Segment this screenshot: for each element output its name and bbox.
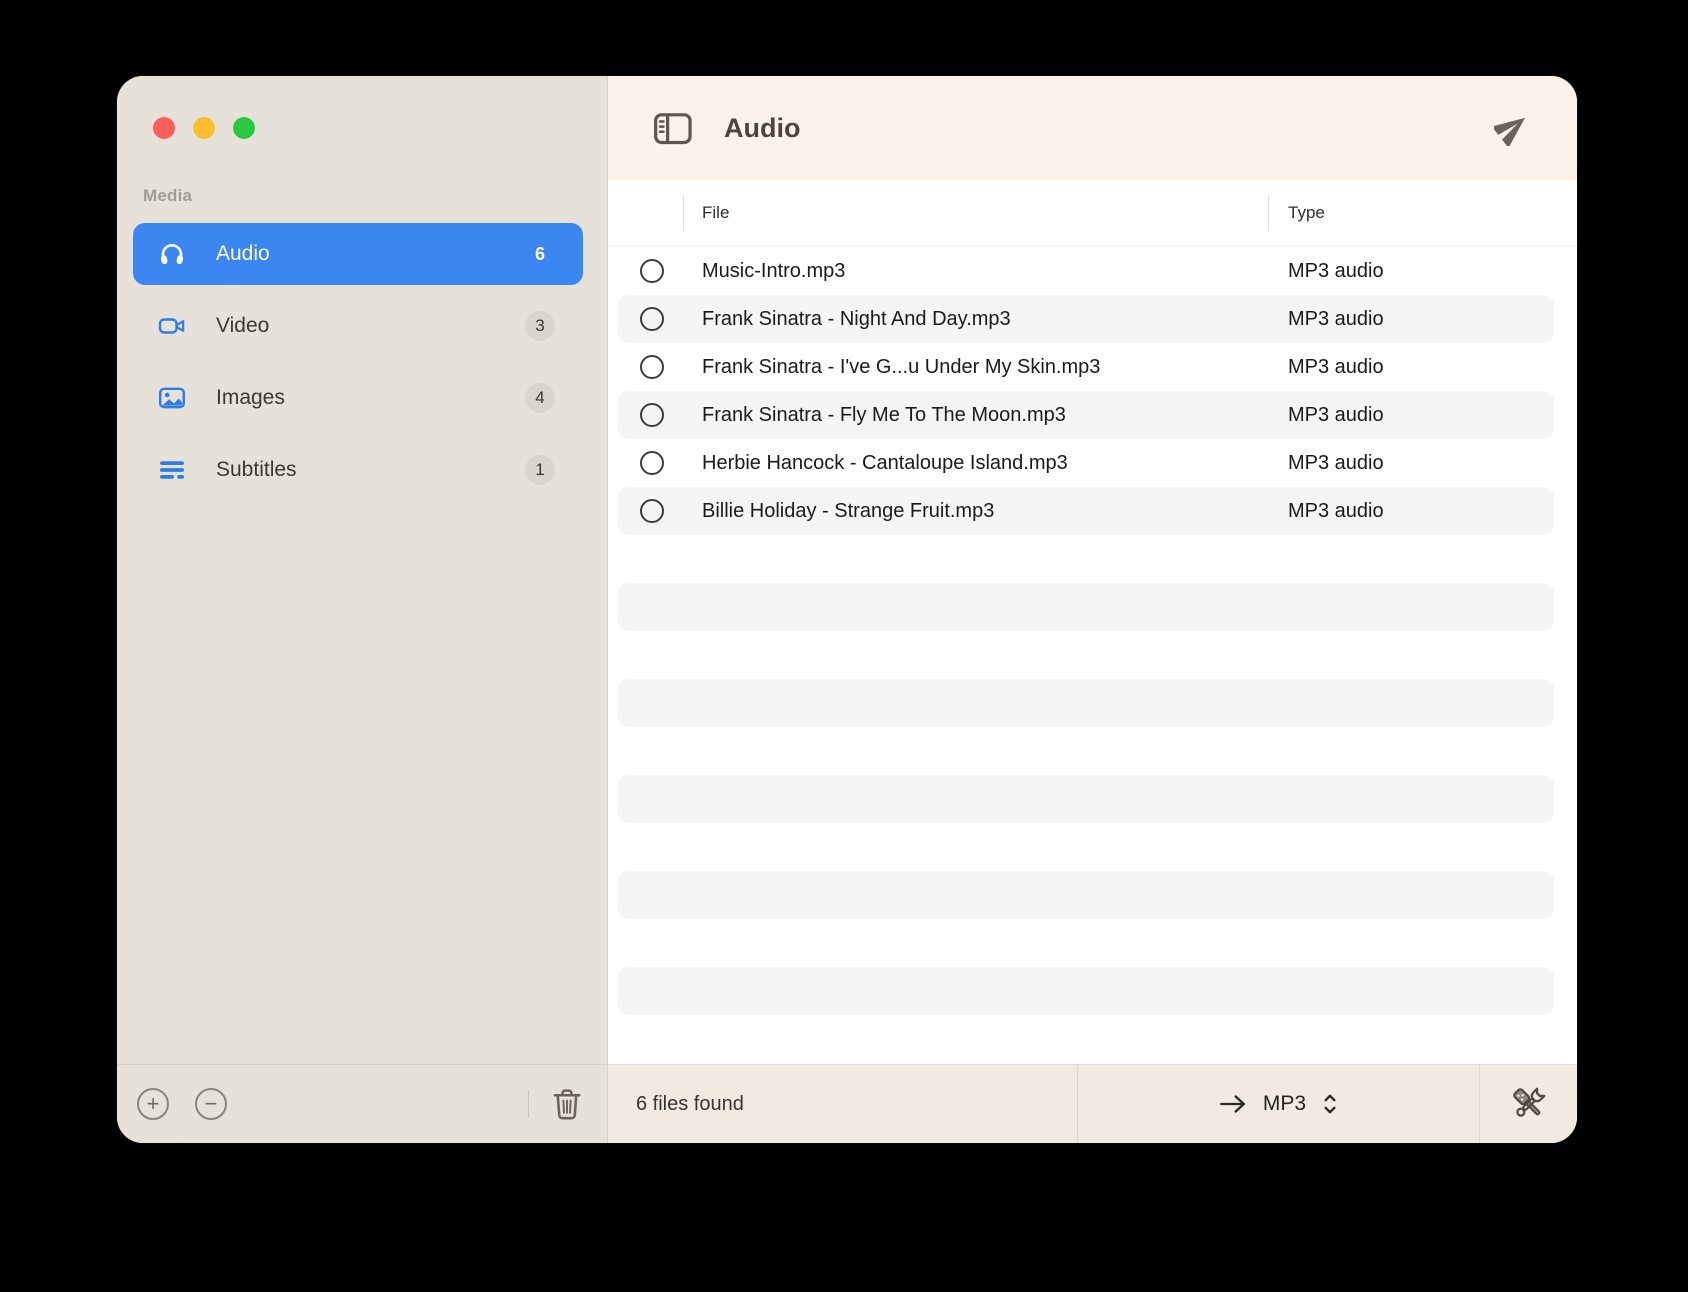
arrow-right-icon: [1219, 1093, 1247, 1115]
file-list: Music-Intro.mp3MP3 audioFrank Sinatra - …: [608, 246, 1577, 1064]
sidebar-item-video[interactable]: Video 3: [133, 295, 583, 357]
table-row[interactable]: Music-Intro.mp3 MP3 audio: [618, 247, 1554, 295]
main-header: Audio: [608, 76, 1577, 180]
sidebar-item-label: Subtitles: [216, 458, 297, 482]
file-type-cell: MP3 audio: [1288, 452, 1384, 475]
file-type-cell: MP3 audio: [1288, 356, 1384, 379]
sidebar: Media Audio 6 Video 3 Images 4 Subtitles 1 +…: [117, 76, 608, 1143]
row-select-circle[interactable]: [640, 499, 664, 523]
sidebar-item-label: Audio: [216, 242, 270, 266]
close-window-button[interactable]: [153, 117, 175, 139]
sidebar-item-images[interactable]: Images 4: [133, 367, 583, 429]
chevron-up-down-icon: [1322, 1092, 1338, 1116]
main-panel: Audio File Type Music-Intro.mp3 MP3 audio…: [608, 76, 1577, 1143]
sidebar-item-label: Video: [216, 314, 269, 338]
empty-row: [618, 871, 1554, 919]
footer-divider: [528, 1090, 529, 1118]
empty-row: [618, 775, 1554, 823]
share-send-icon[interactable]: [1494, 110, 1530, 146]
file-name-cell: Herbie Hancock - Cantaloupe Island.mp3: [702, 452, 1134, 475]
empty-row: [618, 919, 1554, 967]
empty-row: [618, 679, 1554, 727]
output-format-value[interactable]: MP3: [1263, 1092, 1306, 1116]
sidebar-footer: + −: [117, 1064, 607, 1143]
file-type-cell: MP3 audio: [1288, 260, 1384, 283]
headphones-icon: [158, 240, 186, 268]
file-type-cell: MP3 audio: [1288, 308, 1384, 331]
zoom-window-button[interactable]: [233, 117, 255, 139]
empty-row: [618, 535, 1554, 583]
row-select-circle[interactable]: [640, 355, 664, 379]
sidebar-section-label: Media: [143, 186, 607, 206]
count-badge: 4: [525, 383, 555, 413]
empty-row: [618, 727, 1554, 775]
table-row[interactable]: Frank Sinatra - Fly Me To The Moon.mp3 MP…: [618, 391, 1554, 439]
file-name-cell: Frank Sinatra - Night And Day.mp3: [702, 308, 1134, 331]
sidebar-item-label: Images: [216, 386, 285, 410]
tools-icon[interactable]: [1509, 1084, 1549, 1124]
traffic-lights: [117, 76, 607, 180]
table-row[interactable]: Frank Sinatra - Night And Day.mp3 MP3 aud…: [618, 295, 1554, 343]
trash-icon[interactable]: [551, 1087, 583, 1121]
row-select-circle[interactable]: [640, 259, 664, 283]
add-files-button[interactable]: +: [137, 1088, 169, 1120]
file-type-cell: MP3 audio: [1288, 404, 1384, 427]
column-header-type[interactable]: Type: [1288, 180, 1325, 246]
count-badge: 1: [525, 455, 555, 485]
row-select-circle[interactable]: [640, 451, 664, 475]
column-divider: [1268, 195, 1269, 231]
table-header: File Type: [608, 180, 1577, 246]
table-row[interactable]: Frank Sinatra - I've G...u Under My Skin…: [618, 343, 1554, 391]
subtitles-icon: [158, 456, 186, 484]
status-text: 6 files found: [608, 1065, 1077, 1143]
count-badge: 6: [525, 239, 555, 269]
toggle-sidebar-icon[interactable]: [653, 111, 693, 146]
remove-files-button[interactable]: −: [195, 1088, 227, 1120]
page-title: Audio: [724, 113, 800, 144]
empty-row: [618, 967, 1554, 1015]
file-name-cell: Frank Sinatra - Fly Me To The Moon.mp3: [702, 404, 1134, 427]
image-icon: [158, 384, 186, 412]
empty-row: [618, 631, 1554, 679]
column-divider: [683, 195, 684, 231]
sidebar-nav: Audio 6 Video 3 Images 4 Subtitles 1: [117, 223, 607, 1064]
output-format-control[interactable]: MP3: [1078, 1065, 1479, 1143]
file-type-cell: MP3 audio: [1288, 500, 1384, 523]
count-badge: 3: [525, 311, 555, 341]
main-footer: 6 files found MP3: [608, 1064, 1577, 1143]
app-window: Media Audio 6 Video 3 Images 4 Subtitles 1 +…: [117, 76, 1577, 1143]
column-header-file[interactable]: File: [702, 180, 729, 246]
file-name-cell: Billie Holiday - Strange Fruit.mp3: [702, 500, 1134, 523]
sidebar-item-subtitles[interactable]: Subtitles 1: [133, 439, 583, 501]
row-select-circle[interactable]: [640, 403, 664, 427]
table-row[interactable]: Herbie Hancock - Cantaloupe Island.mp3 MP…: [618, 439, 1554, 487]
sidebar-item-audio[interactable]: Audio 6: [133, 223, 583, 285]
minimize-window-button[interactable]: [193, 117, 215, 139]
file-name-cell: Music-Intro.mp3: [702, 260, 1134, 283]
empty-row: [618, 823, 1554, 871]
empty-row: [618, 583, 1554, 631]
table-row[interactable]: Billie Holiday - Strange Fruit.mp3 MP3 au…: [618, 487, 1554, 535]
video-camera-icon: [158, 312, 186, 340]
row-select-circle[interactable]: [640, 307, 664, 331]
file-name-cell: Frank Sinatra - I've G...u Under My Skin…: [702, 356, 1134, 379]
